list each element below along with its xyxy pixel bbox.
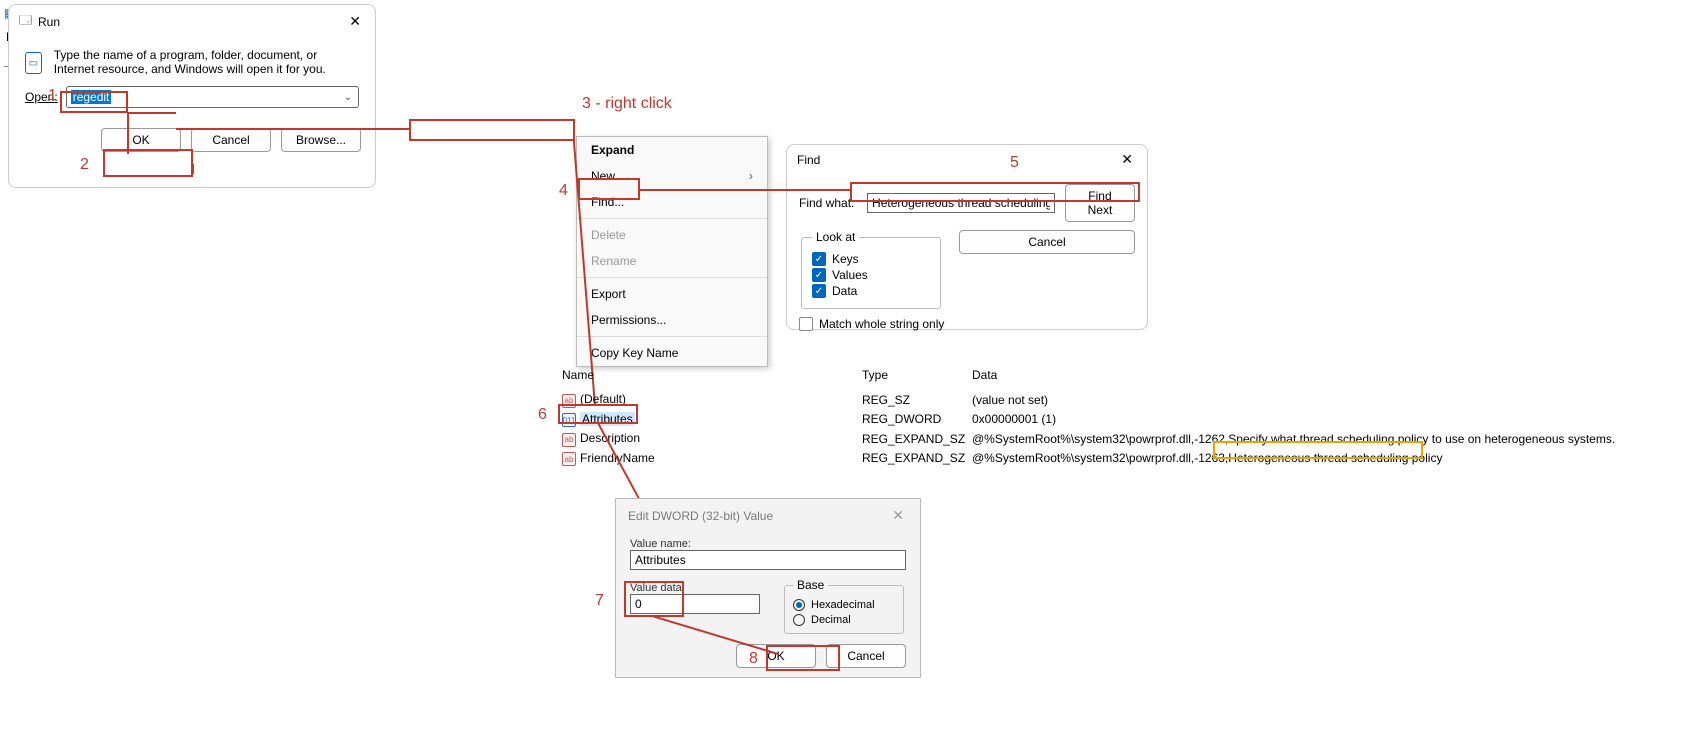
base-legend: Base	[793, 578, 828, 592]
chk-data[interactable]: ✓ Data	[812, 284, 930, 298]
annotation-4: 4	[559, 182, 568, 200]
yellowbox-friendly	[1213, 441, 1423, 459]
radio-icon	[793, 614, 805, 626]
run-logo-icon: ▭	[25, 52, 42, 74]
chk-whole[interactable]: Match whole string only	[799, 317, 1135, 331]
line	[639, 189, 851, 191]
lookat-group: Look at ✓ Keys ✓ Values ✓ Data	[801, 230, 941, 309]
base-group: Base Hexadecimal Decimal	[784, 578, 904, 634]
reg-sz-icon: ab	[562, 452, 576, 466]
close-icon[interactable]: ✕	[345, 13, 365, 30]
annotation-2: 2	[80, 156, 89, 174]
value-list: Name Type Data ab(Default) REG_SZ (value…	[558, 366, 1688, 468]
val-name: Description	[580, 431, 640, 445]
ctx-permissions[interactable]: Permissions...	[577, 307, 767, 333]
chk-label: Match whole string only	[819, 317, 944, 331]
val-data-a: @%SystemRoot%\system32\powrprof.dll,-126…	[972, 451, 1228, 465]
radio-label: Hexadecimal	[811, 599, 875, 611]
val-type: REG_DWORD	[858, 410, 968, 428]
val-data: 0x00000001 (1)	[968, 410, 1668, 428]
valname-input[interactable]	[630, 550, 906, 570]
separator	[577, 277, 767, 278]
annotation-8: 8	[749, 650, 758, 668]
chk-values[interactable]: ✓ Values	[812, 268, 930, 282]
redbox-attributes	[558, 404, 638, 424]
val-name: FriendlyName	[580, 451, 655, 465]
annotation-6: 6	[538, 406, 547, 424]
line	[192, 164, 194, 174]
val-type: REG_EXPAND_SZ	[858, 430, 968, 448]
val-type: REG_EXPAND_SZ	[858, 449, 968, 467]
lookat-legend: Look at	[812, 230, 859, 244]
find-what-label: Find what:	[799, 196, 857, 210]
value-header: Name Type Data	[558, 366, 1688, 390]
separator	[577, 218, 767, 219]
redbox-ok-run	[103, 149, 193, 177]
reg-sz-icon: ab	[562, 433, 576, 447]
hdr-type[interactable]: Type	[858, 366, 968, 384]
line	[127, 112, 129, 154]
ctx-expand[interactable]: Expand	[577, 137, 767, 163]
radio-label: Decimal	[811, 614, 851, 626]
context-menu: Expand New › Find... Delete Rename Expor…	[576, 136, 768, 367]
separator	[577, 336, 767, 337]
ctx-rename: Rename	[577, 248, 767, 274]
hdr-data[interactable]: Data	[968, 366, 1668, 384]
dword-title: Edit DWORD (32-bit) Value	[628, 509, 888, 523]
redbox-hklm	[409, 119, 575, 141]
chevron-down-icon: ⌄	[344, 92, 352, 103]
radio-selected-icon	[793, 599, 805, 611]
value-row-default[interactable]: ab(Default) REG_SZ (value not set)	[558, 390, 1688, 410]
ctx-copykey[interactable]: Copy Key Name	[577, 340, 767, 366]
cancel-button[interactable]: Cancel	[191, 128, 271, 152]
annotation-5: 5	[1010, 154, 1019, 172]
chk-keys[interactable]: ✓ Keys	[812, 252, 930, 266]
checkbox-checked-icon: ✓	[812, 284, 826, 298]
close-icon[interactable]: ✕	[1117, 151, 1137, 168]
checkbox-checked-icon: ✓	[812, 252, 826, 266]
radio-hex[interactable]: Hexadecimal	[793, 599, 895, 611]
find-title: Find	[797, 153, 1117, 167]
find-cancel-button[interactable]: Cancel	[959, 230, 1135, 254]
value-row-attributes[interactable]: 011Attributes REG_DWORD 0x00000001 (1)	[558, 410, 1688, 430]
line	[176, 128, 410, 130]
run-icon: 🗔	[19, 11, 32, 32]
chk-label: Data	[832, 284, 857, 298]
ctx-export[interactable]: Export	[577, 281, 767, 307]
browse-button[interactable]: Browse...	[281, 128, 361, 152]
val-data: (value not set)	[968, 391, 1668, 409]
ctx-delete: Delete	[577, 222, 767, 248]
run-title: Run	[38, 15, 345, 29]
run-description: Type the name of a program, folder, docu…	[54, 48, 359, 76]
redbox-valdata	[624, 581, 684, 617]
checkbox-empty-icon	[799, 317, 813, 331]
annotation-3: 3 - right click	[582, 95, 672, 113]
redbox-find-input	[850, 182, 1140, 202]
redbox-dword-ok	[766, 645, 840, 671]
chk-label: Values	[832, 268, 868, 282]
run-titlebar: 🗔 Run ✕	[9, 5, 375, 38]
valname-label: Value name:	[630, 538, 906, 550]
checkbox-checked-icon: ✓	[812, 268, 826, 282]
radio-dec[interactable]: Decimal	[793, 614, 895, 626]
annotation-7: 7	[595, 592, 604, 610]
close-icon[interactable]: ✕	[888, 507, 908, 524]
chevron-right-icon: ›	[749, 169, 753, 183]
val-type: REG_SZ	[858, 391, 968, 409]
line	[128, 112, 176, 114]
value-row-friendlyname[interactable]: ab FriendlyName REG_EXPAND_SZ @%SystemRoo…	[558, 449, 1688, 469]
hdr-name[interactable]: Name	[558, 366, 858, 384]
find-dialog: Find ✕ Find what: Find Next Look at ✓Key…	[786, 144, 1148, 330]
redbox-find-ctx	[578, 178, 640, 200]
value-row-description[interactable]: abDescription REG_EXPAND_SZ @%SystemRoot…	[558, 429, 1688, 449]
redbox-regedit	[60, 91, 128, 113]
chk-label: Keys	[832, 252, 859, 266]
annotation-1: 1	[48, 87, 57, 105]
